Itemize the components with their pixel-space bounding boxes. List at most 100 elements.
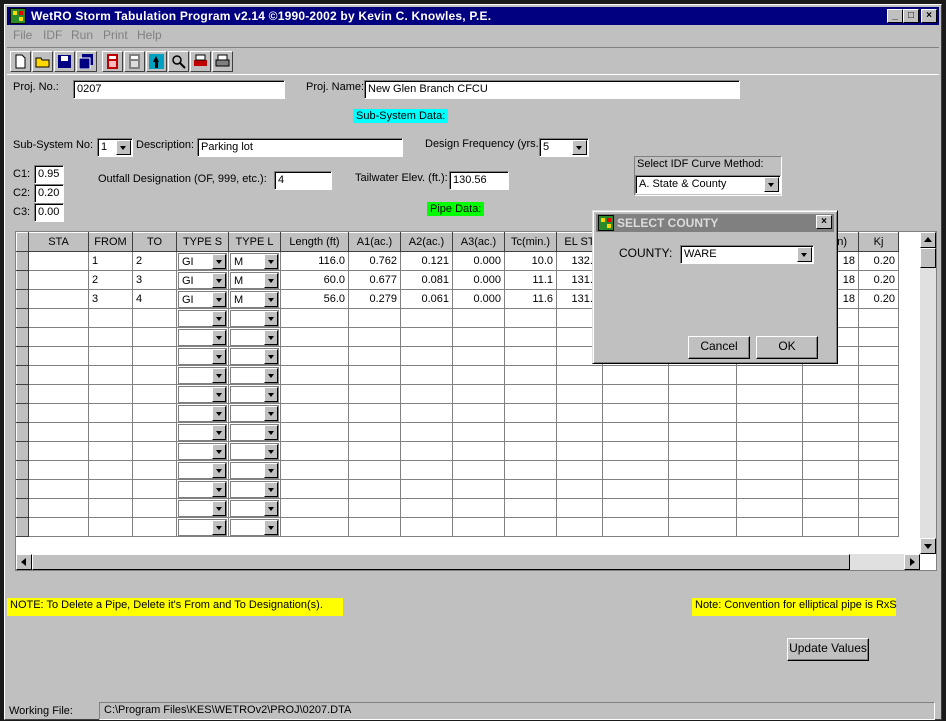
grid-cell[interactable] bbox=[348, 346, 401, 366]
column-header[interactable]: TYPE S bbox=[176, 232, 229, 252]
grid-cell[interactable] bbox=[280, 403, 349, 423]
row-selector[interactable] bbox=[16, 441, 29, 461]
grid-cell[interactable] bbox=[348, 517, 401, 537]
cell-dropdown[interactable] bbox=[178, 309, 227, 327]
grid-cell[interactable] bbox=[88, 422, 133, 442]
grid-cell[interactable] bbox=[280, 479, 349, 499]
grid-cell[interactable] bbox=[858, 384, 899, 404]
grid-cell[interactable]: 0.000 bbox=[452, 251, 505, 271]
close-button[interactable]: × bbox=[921, 9, 937, 23]
grid-cell[interactable] bbox=[400, 498, 453, 518]
cell-dropdown[interactable] bbox=[178, 442, 227, 460]
grid-cell[interactable] bbox=[280, 517, 349, 537]
grid-cell[interactable] bbox=[668, 422, 737, 442]
column-header[interactable]: Tc(min.) bbox=[504, 232, 557, 252]
grid-cell[interactable] bbox=[228, 498, 281, 518]
grid-cell[interactable]: 2 bbox=[88, 270, 133, 290]
chevron-down-icon[interactable] bbox=[212, 253, 226, 269]
column-header[interactable]: FROM bbox=[88, 232, 133, 252]
chevron-down-icon[interactable] bbox=[212, 443, 226, 459]
grid-cell[interactable] bbox=[504, 384, 557, 404]
grid-cell[interactable] bbox=[28, 460, 89, 480]
update-values-button[interactable]: Update Values bbox=[787, 638, 869, 661]
design-frequency-select[interactable]: 5 bbox=[539, 138, 589, 157]
grid-cell[interactable] bbox=[668, 498, 737, 518]
chevron-down-icon[interactable] bbox=[212, 481, 226, 497]
chevron-down-icon[interactable] bbox=[264, 348, 278, 364]
grid-cell[interactable] bbox=[736, 498, 803, 518]
chevron-down-icon[interactable] bbox=[212, 519, 226, 535]
cell-dropdown[interactable] bbox=[230, 385, 279, 403]
grid-cell[interactable] bbox=[228, 460, 281, 480]
menu-help[interactable]: Help bbox=[137, 28, 162, 42]
idf-method-select[interactable]: A. State & County bbox=[635, 175, 781, 194]
cell-dropdown[interactable] bbox=[178, 499, 227, 517]
grid-cell[interactable] bbox=[88, 346, 133, 366]
column-header[interactable]: TO bbox=[132, 232, 177, 252]
grid-cell[interactable] bbox=[228, 365, 281, 385]
grid-cell[interactable] bbox=[280, 346, 349, 366]
dialog-close-button[interactable]: × bbox=[816, 215, 832, 229]
grid-cell[interactable]: 0.279 bbox=[348, 289, 401, 309]
description-field[interactable]: Parking lot bbox=[197, 138, 403, 157]
grid-cell[interactable] bbox=[176, 441, 229, 461]
grid-cell[interactable] bbox=[132, 498, 177, 518]
grid-cell[interactable] bbox=[28, 308, 89, 328]
chevron-down-icon[interactable] bbox=[264, 481, 278, 497]
grid-cell[interactable] bbox=[452, 327, 505, 347]
grid-cell[interactable] bbox=[452, 498, 505, 518]
grid-cell[interactable] bbox=[504, 327, 557, 347]
grid-cell[interactable]: 116.0 bbox=[280, 251, 349, 271]
save-button[interactable] bbox=[54, 51, 75, 72]
grid-cell[interactable] bbox=[504, 479, 557, 499]
cell-dropdown[interactable] bbox=[230, 347, 279, 365]
grid-cell[interactable] bbox=[28, 479, 89, 499]
county-select[interactable]: WARE bbox=[680, 245, 814, 264]
cell-dropdown[interactable] bbox=[178, 480, 227, 498]
grid-cell[interactable] bbox=[400, 441, 453, 461]
row-selector[interactable] bbox=[16, 308, 29, 328]
grid-cell[interactable] bbox=[668, 384, 737, 404]
c1-field[interactable]: 0.95 bbox=[34, 165, 64, 184]
column-header[interactable]: Kj bbox=[858, 232, 899, 252]
grid-cell[interactable] bbox=[602, 460, 669, 480]
chevron-down-icon[interactable] bbox=[212, 367, 226, 383]
grid-cell[interactable] bbox=[602, 403, 669, 423]
grid-cell[interactable] bbox=[176, 327, 229, 347]
grid-cell[interactable] bbox=[176, 384, 229, 404]
row-selector[interactable] bbox=[16, 403, 29, 423]
cell-dropdown[interactable]: M bbox=[230, 290, 279, 308]
scroll-right-icon[interactable] bbox=[904, 554, 920, 570]
grid-cell[interactable] bbox=[858, 346, 899, 366]
grid-cell[interactable]: 56.0 bbox=[280, 289, 349, 309]
grid-cell[interactable]: 0.677 bbox=[348, 270, 401, 290]
grid-cell[interactable]: 11.1 bbox=[504, 270, 557, 290]
grid-cell[interactable] bbox=[28, 327, 89, 347]
grid-cell[interactable] bbox=[802, 422, 859, 442]
horizontal-scroll-thumb[interactable] bbox=[32, 554, 850, 570]
grid-cell[interactable] bbox=[28, 517, 89, 537]
grid-cell[interactable] bbox=[228, 384, 281, 404]
grid-cell[interactable] bbox=[504, 498, 557, 518]
new-file-button[interactable] bbox=[10, 51, 31, 72]
c2-field[interactable]: 0.20 bbox=[34, 184, 64, 203]
cell-dropdown[interactable]: M bbox=[230, 271, 279, 289]
tailwater-field[interactable]: 130.56 bbox=[449, 171, 509, 190]
row-selector[interactable] bbox=[16, 365, 29, 385]
chevron-down-icon[interactable] bbox=[212, 386, 226, 402]
menu-idf[interactable]: IDF bbox=[43, 28, 62, 42]
grid-cell[interactable] bbox=[176, 308, 229, 328]
grid-cell[interactable]: 0.000 bbox=[452, 289, 505, 309]
row-selector[interactable] bbox=[16, 517, 29, 537]
grid-cell[interactable] bbox=[132, 403, 177, 423]
row-selector[interactable] bbox=[16, 346, 29, 366]
grid-cell[interactable] bbox=[28, 441, 89, 461]
chevron-down-icon[interactable] bbox=[264, 329, 278, 345]
grid-cell[interactable] bbox=[132, 460, 177, 480]
grid-cell[interactable] bbox=[452, 441, 505, 461]
grid-cell[interactable] bbox=[132, 384, 177, 404]
cell-dropdown[interactable] bbox=[230, 328, 279, 346]
grid-cell[interactable] bbox=[858, 327, 899, 347]
grid-cell[interactable] bbox=[88, 479, 133, 499]
grid-cell[interactable] bbox=[176, 498, 229, 518]
